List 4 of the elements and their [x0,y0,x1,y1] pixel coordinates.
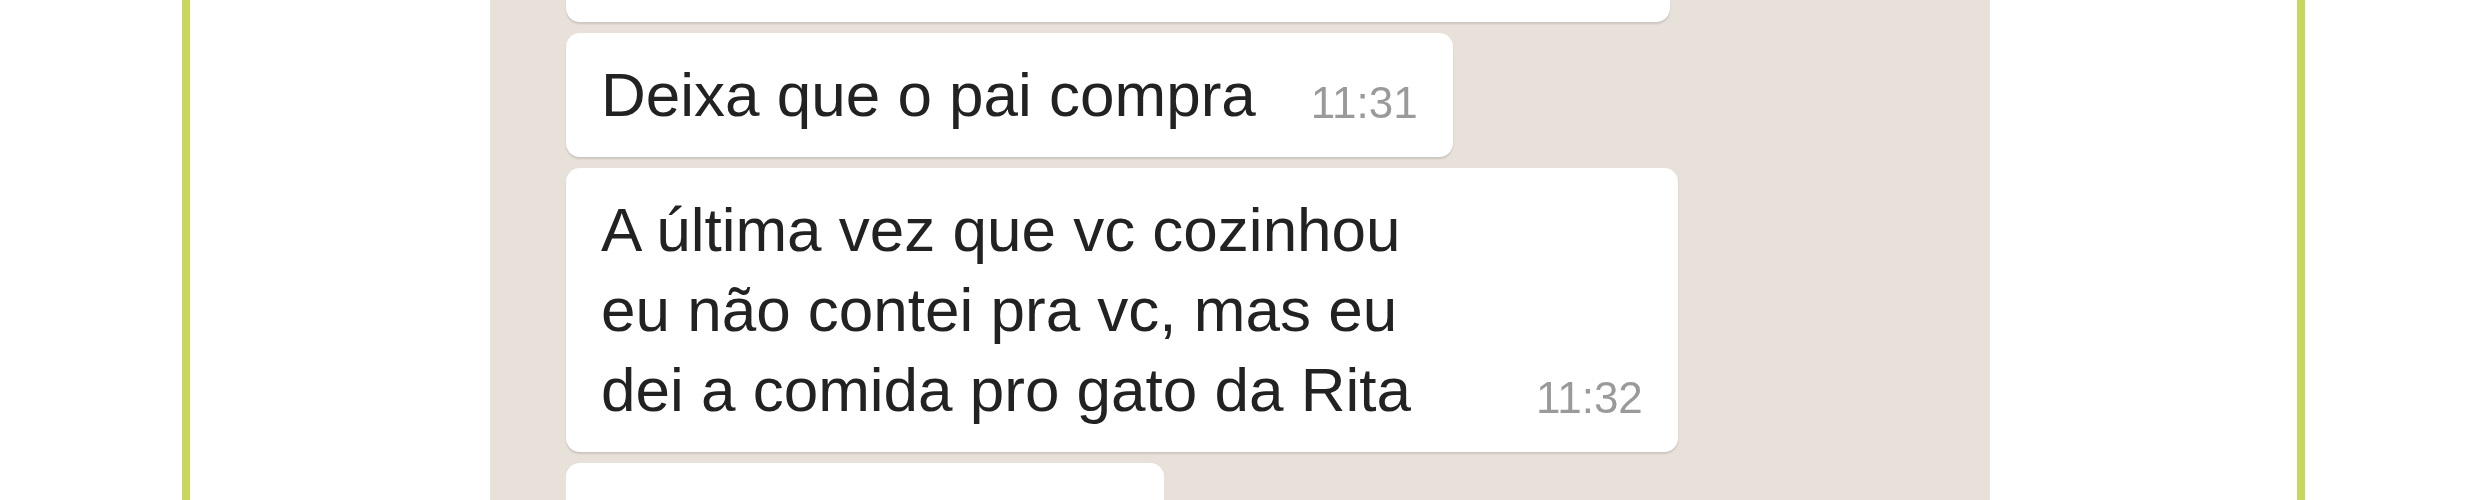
message-time: 11:31 [1310,77,1418,129]
message-time: 11:32 [1536,372,1643,424]
message-text: Deixa que o pai compra [601,59,1256,131]
message-text: A última vez que vc cozinhou eu não contei pra vc, mas eu dei a comida pro gato da Rita [601,194,1412,426]
